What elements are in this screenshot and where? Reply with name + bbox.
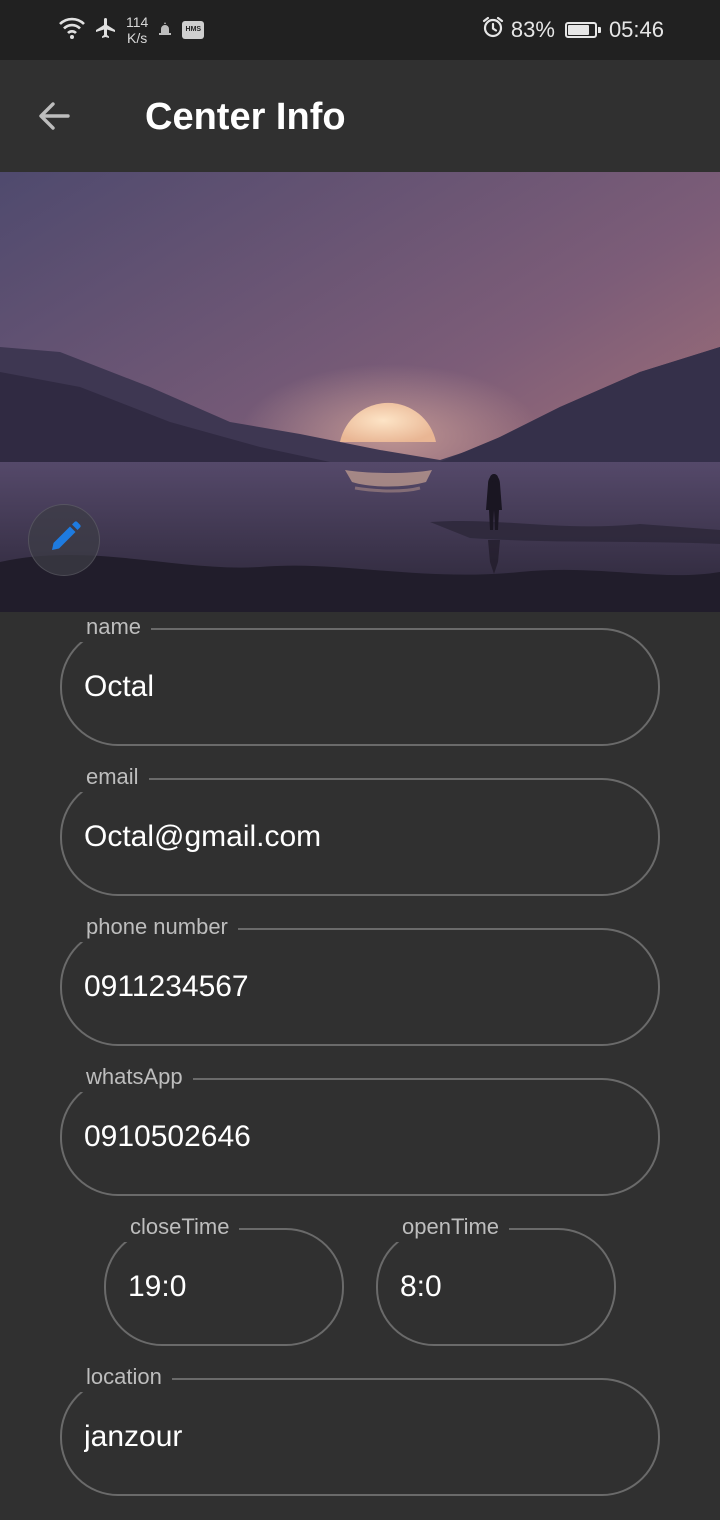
whatsapp-field[interactable]: whatsApp xyxy=(60,1062,660,1196)
close-time-field[interactable]: closeTime xyxy=(104,1212,344,1346)
phone-number-field[interactable]: phone number xyxy=(60,912,660,1046)
airplane-icon xyxy=(94,16,118,45)
clock: 05:46 xyxy=(608,17,664,42)
mosque-icon xyxy=(156,19,174,42)
network-speed: 114 K/s xyxy=(126,14,148,46)
arrow-left-icon xyxy=(36,98,72,139)
status-bar: 114 K/s HMS 83% 05:46 xyxy=(0,0,720,60)
pencil-icon xyxy=(44,518,84,563)
status-bar-right: 83% 05:46 xyxy=(481,12,664,48)
wifi-icon xyxy=(58,16,86,45)
open-time-field[interactable]: openTime xyxy=(376,1212,616,1346)
edit-image-button[interactable] xyxy=(28,504,100,576)
network-speed-unit: K/s xyxy=(127,30,148,46)
screen: 114 K/s HMS 83% 05:46 Center Info name O… xyxy=(0,0,720,1520)
battery-level xyxy=(567,25,590,35)
email-field[interactable]: email xyxy=(60,762,660,896)
whatsapp-input[interactable] xyxy=(84,1080,636,1194)
hms-icon: HMS xyxy=(182,21,205,39)
network-speed-value: 114 xyxy=(126,14,149,30)
email-input[interactable] xyxy=(84,780,636,894)
back-button[interactable] xyxy=(26,90,82,146)
page-title: Center Info xyxy=(145,96,346,138)
alarm-icon xyxy=(481,15,505,45)
battery-icon xyxy=(564,22,601,38)
name-input[interactable] xyxy=(84,630,636,744)
name-field[interactable]: name xyxy=(60,612,660,746)
app-bar: Center Info xyxy=(0,60,720,172)
phone-number-input[interactable] xyxy=(84,930,636,1044)
open-time-input[interactable] xyxy=(400,1230,592,1344)
battery-percent: 83% xyxy=(510,17,555,42)
location-field[interactable]: location xyxy=(60,1362,660,1496)
center-banner-image xyxy=(0,172,720,612)
location-input[interactable] xyxy=(84,1380,636,1494)
close-time-input[interactable] xyxy=(128,1230,320,1344)
status-bar-left: 114 K/s HMS xyxy=(58,12,205,48)
